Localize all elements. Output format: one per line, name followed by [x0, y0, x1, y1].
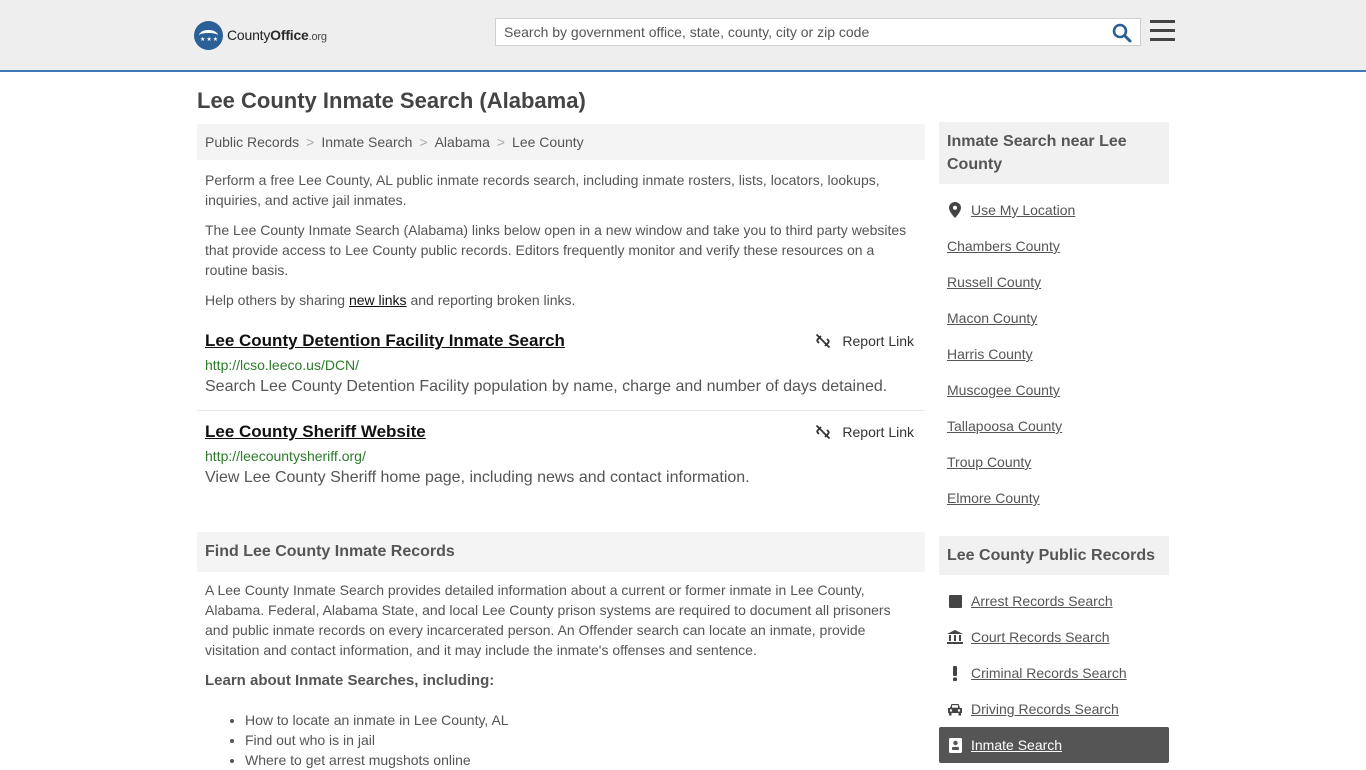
new-links-link[interactable]: new links — [349, 292, 407, 308]
result-description: Search Lee County Detention Facility pop… — [205, 378, 888, 395]
result-url: http://leecountysheriff.org/ — [205, 448, 366, 464]
report-link-button[interactable]: Report Link — [815, 333, 914, 349]
site-logo[interactable]: ★★★ CountyOffice.org — [194, 20, 327, 50]
intro-paragraph-2: The Lee County Inmate Search (Alabama) l… — [205, 222, 907, 278]
result-title-link[interactable]: Lee County Detention Facility Inmate Sea… — [205, 331, 565, 350]
search-bar — [495, 18, 1141, 46]
list-item: Where to get arrest mugshots online — [245, 750, 509, 770]
courthouse-icon — [947, 629, 963, 645]
breadcrumb-lee-county[interactable]: Lee County — [512, 134, 584, 150]
id-badge-icon — [947, 737, 963, 753]
broken-link-icon — [816, 424, 831, 440]
find-records-heading: Find Lee County Inmate Records — [197, 532, 925, 572]
page-title: Lee County Inmate Search (Alabama) — [197, 88, 586, 113]
intro-paragraph-1: Perform a free Lee County, AL public inm… — [205, 172, 880, 208]
learn-heading: Learn about Inmate Searches, including: — [205, 672, 495, 689]
sidebar-item-driving-records[interactable]: Driving Records Search — [947, 701, 1119, 717]
square-icon — [947, 593, 963, 609]
sidebar-nearby-heading: Inmate Search near Lee County — [939, 122, 1169, 184]
logo-text: CountyOffice.org — [227, 27, 327, 43]
result-url: http://lcso.leeco.us/DCN/ — [205, 357, 360, 373]
list-item: Find out who is in jail — [245, 730, 509, 750]
sidebar-county-link[interactable]: Tallapoosa County — [947, 418, 1062, 434]
breadcrumb-separator: > — [496, 134, 506, 150]
logo-seal-icon: ★★★ — [194, 20, 223, 50]
list-item: How to locate an inmate in Lee County, A… — [245, 710, 509, 730]
sidebar-county-link[interactable]: Macon County — [947, 310, 1037, 326]
sidebar-item-arrest-records[interactable]: Arrest Records Search — [947, 593, 1113, 609]
sidebar-item-inmate-search[interactable]: Inmate Search — [939, 727, 1169, 763]
sidebar-item-criminal-records[interactable]: Criminal Records Search — [947, 665, 1127, 681]
result-item: Lee County Detention Facility Inmate Sea… — [205, 331, 917, 396]
breadcrumb-separator: > — [306, 134, 315, 150]
exclamation-icon — [947, 665, 963, 681]
breadcrumb-public-records[interactable]: Public Records — [205, 134, 299, 150]
result-item: Lee County Sheriff Website http://leecou… — [205, 422, 917, 487]
find-records-paragraph: A Lee County Inmate Search provides deta… — [205, 582, 891, 658]
car-icon — [947, 701, 963, 717]
result-divider — [197, 410, 925, 411]
breadcrumb-alabama[interactable]: Alabama — [435, 134, 490, 150]
result-title-link[interactable]: Lee County Sheriff Website — [205, 422, 426, 441]
search-icon[interactable] — [1112, 23, 1132, 43]
result-description: View Lee County Sheriff home page, inclu… — [205, 469, 750, 486]
use-my-location-link[interactable]: Use My Location — [947, 202, 1075, 218]
sidebar-county-link[interactable]: Troup County — [947, 454, 1031, 470]
learn-list: How to locate an inmate in Lee County, A… — [245, 710, 509, 770]
breadcrumb: Public Records > Inmate Search > Alabama… — [197, 124, 925, 160]
report-link-button[interactable]: Report Link — [815, 424, 914, 440]
breadcrumb-inmate-search[interactable]: Inmate Search — [321, 134, 412, 150]
sidebar-records-heading: Lee County Public Records — [939, 536, 1169, 575]
site-header: ★★★ CountyOffice.org — [0, 0, 1366, 72]
search-input[interactable] — [496, 19, 1096, 45]
broken-link-icon — [816, 333, 831, 349]
map-pin-icon — [947, 202, 963, 218]
sidebar-county-link[interactable]: Russell County — [947, 274, 1041, 290]
sidebar-item-court-records[interactable]: Court Records Search — [947, 629, 1110, 645]
sidebar-county-link[interactable]: Chambers County — [947, 238, 1060, 254]
intro-paragraph-3: Help others by sharing new links and rep… — [205, 292, 576, 308]
hamburger-menu-icon[interactable] — [1150, 20, 1175, 42]
sidebar-county-link[interactable]: Muscogee County — [947, 382, 1060, 398]
sidebar-county-link[interactable]: Elmore County — [947, 490, 1040, 506]
breadcrumb-separator: > — [419, 134, 428, 150]
sidebar-county-link[interactable]: Harris County — [947, 346, 1033, 362]
